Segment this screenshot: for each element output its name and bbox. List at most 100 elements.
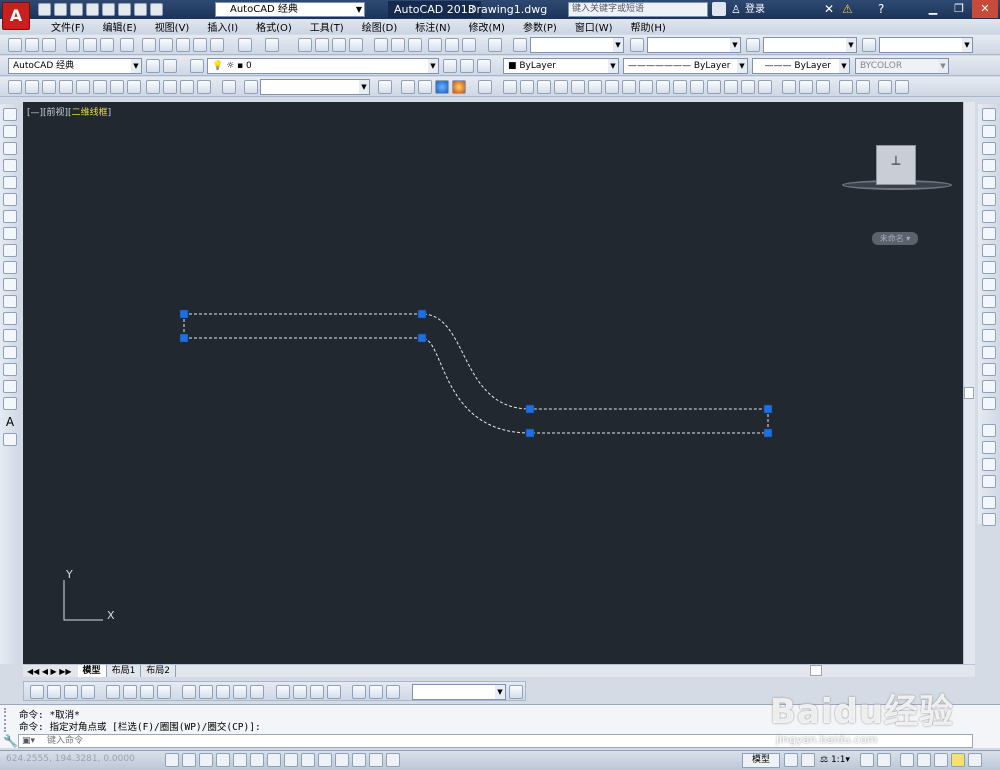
dynamic-input-icon[interactable] bbox=[318, 753, 332, 767]
wedge-icon[interactable] bbox=[656, 80, 670, 94]
revision-cloud-icon[interactable] bbox=[3, 227, 17, 240]
revolve-icon[interactable] bbox=[554, 80, 568, 94]
isolate-objects-icon[interactable] bbox=[951, 753, 965, 767]
3d-array-icon[interactable] bbox=[895, 80, 909, 94]
plotstyle-select[interactable]: BYCOLOR ▼ bbox=[855, 58, 949, 74]
view-select[interactable]: ▼ bbox=[260, 79, 370, 95]
menu-file[interactable]: 文件(F) bbox=[42, 19, 94, 34]
design-center-icon[interactable] bbox=[391, 38, 405, 52]
construction-line-icon[interactable] bbox=[3, 125, 17, 138]
subtract-icon[interactable] bbox=[758, 80, 772, 94]
new-icon[interactable] bbox=[8, 38, 22, 52]
close-icon[interactable]: ✕ bbox=[972, 0, 998, 18]
command-history-icon[interactable]: ▣▾ bbox=[22, 736, 35, 746]
grip-handle[interactable] bbox=[763, 404, 773, 414]
workspace-switch-icon[interactable] bbox=[900, 753, 914, 767]
dim-style-select[interactable]: ▼ bbox=[647, 37, 741, 53]
table-style-select[interactable]: ▼ bbox=[763, 37, 857, 53]
horizontal-scrollbar[interactable] bbox=[640, 664, 975, 677]
match-properties-icon[interactable] bbox=[193, 38, 207, 52]
offset-icon[interactable] bbox=[982, 159, 996, 172]
publish-icon[interactable] bbox=[100, 38, 114, 52]
new-file-icon[interactable] bbox=[38, 3, 51, 16]
jogged-dim-icon[interactable] bbox=[123, 685, 137, 699]
layer-select[interactable]: 💡 ☼ ▪ 0 ▼ bbox=[207, 58, 439, 74]
wcs-menu[interactable]: 未命名 ▾ bbox=[872, 232, 918, 245]
tab-nav-arrows-icon[interactable]: ◀◀ ◀ ▶ ▶▶ bbox=[27, 667, 78, 676]
inspection-icon[interactable] bbox=[310, 685, 324, 699]
save-icon[interactable] bbox=[70, 3, 83, 16]
front-view-icon[interactable] bbox=[93, 80, 107, 94]
stretch-icon[interactable] bbox=[982, 244, 996, 257]
quick-properties-icon[interactable] bbox=[369, 753, 383, 767]
helix-icon[interactable] bbox=[724, 80, 738, 94]
join-icon[interactable] bbox=[982, 329, 996, 342]
color-select[interactable]: ■ ByLayer ▼ bbox=[503, 58, 619, 74]
redo-icon[interactable] bbox=[150, 3, 163, 16]
scroll-thumb[interactable] bbox=[810, 665, 822, 676]
block-editor-icon[interactable] bbox=[210, 38, 224, 52]
make-current-icon[interactable] bbox=[443, 59, 457, 73]
text-style-icon[interactable] bbox=[513, 38, 527, 52]
chamfer-icon[interactable] bbox=[982, 346, 996, 359]
cone-icon[interactable] bbox=[605, 80, 619, 94]
left-view-icon[interactable] bbox=[59, 80, 73, 94]
scale-icon[interactable] bbox=[982, 227, 996, 240]
pan-icon[interactable] bbox=[298, 38, 312, 52]
grip-handle[interactable] bbox=[417, 309, 427, 319]
plot-icon[interactable] bbox=[66, 38, 80, 52]
toolbar-lock-icon[interactable] bbox=[917, 753, 931, 767]
grid-display-icon[interactable] bbox=[199, 753, 213, 767]
gradient-icon[interactable] bbox=[3, 363, 17, 376]
array-icon[interactable] bbox=[982, 176, 996, 189]
layer-properties-icon[interactable] bbox=[190, 59, 204, 73]
ellipse-arc-icon[interactable] bbox=[3, 278, 17, 291]
zoom-realtime-icon[interactable] bbox=[315, 38, 329, 52]
clean-screen-icon[interactable] bbox=[968, 753, 982, 767]
plot-preview-icon[interactable] bbox=[83, 38, 97, 52]
tab-model[interactable]: 模型 bbox=[77, 665, 107, 677]
menu-format[interactable]: 格式(O) bbox=[247, 19, 301, 34]
text-front-icon[interactable] bbox=[982, 496, 996, 509]
multileader-style-icon[interactable] bbox=[862, 38, 876, 52]
add-selected-icon[interactable] bbox=[3, 433, 17, 446]
rotate-icon[interactable] bbox=[982, 210, 996, 223]
customize-wrench-icon[interactable]: 🔧 bbox=[3, 734, 18, 748]
interfere-icon[interactable] bbox=[799, 80, 813, 94]
layer-previous-icon[interactable] bbox=[460, 59, 474, 73]
text-style-select[interactable]: ▼ bbox=[530, 37, 624, 53]
sheet-set-icon[interactable] bbox=[428, 38, 442, 52]
plot-icon[interactable] bbox=[102, 3, 115, 16]
break-icon[interactable] bbox=[982, 312, 996, 325]
slice-icon[interactable] bbox=[816, 80, 830, 94]
menu-insert[interactable]: 插入(I) bbox=[198, 19, 247, 34]
zoom-window-icon[interactable] bbox=[332, 38, 346, 52]
wireframe-3d-icon[interactable] bbox=[418, 80, 432, 94]
object-snap-icon[interactable] bbox=[250, 753, 264, 767]
multileader-style-select[interactable]: ▼ bbox=[879, 37, 973, 53]
viewport-controls[interactable]: [—][前视][二维线框] bbox=[27, 105, 111, 118]
menu-parameter[interactable]: 参数(P) bbox=[514, 19, 566, 34]
menu-window[interactable]: 窗口(W) bbox=[566, 19, 622, 34]
vertical-scrollbar[interactable] bbox=[963, 102, 975, 664]
properties-icon[interactable] bbox=[374, 38, 388, 52]
menu-dimension[interactable]: 标注(N) bbox=[406, 19, 459, 34]
circle-icon[interactable] bbox=[3, 210, 17, 223]
extend-icon[interactable] bbox=[982, 278, 996, 291]
dim-space-icon[interactable] bbox=[233, 685, 247, 699]
lineweight-icon[interactable] bbox=[335, 753, 349, 767]
insert-block-icon[interactable] bbox=[3, 295, 17, 308]
right-view-icon[interactable] bbox=[76, 80, 90, 94]
arc-length-dim-icon[interactable] bbox=[64, 685, 78, 699]
selected-polyline-inner[interactable] bbox=[184, 337, 768, 434]
table-style-icon[interactable] bbox=[746, 38, 760, 52]
exchange-icon[interactable]: ✕ bbox=[824, 1, 834, 18]
3d-move-icon[interactable] bbox=[839, 80, 853, 94]
erase-icon[interactable] bbox=[982, 108, 996, 121]
menu-edit[interactable]: 编辑(E) bbox=[94, 19, 146, 34]
menu-help[interactable]: 帮助(H) bbox=[622, 19, 675, 34]
dim-style-control[interactable]: ▼ bbox=[412, 684, 506, 700]
sweep-icon[interactable] bbox=[537, 80, 551, 94]
grip-handle[interactable] bbox=[763, 428, 773, 438]
polygon-icon[interactable] bbox=[3, 159, 17, 172]
